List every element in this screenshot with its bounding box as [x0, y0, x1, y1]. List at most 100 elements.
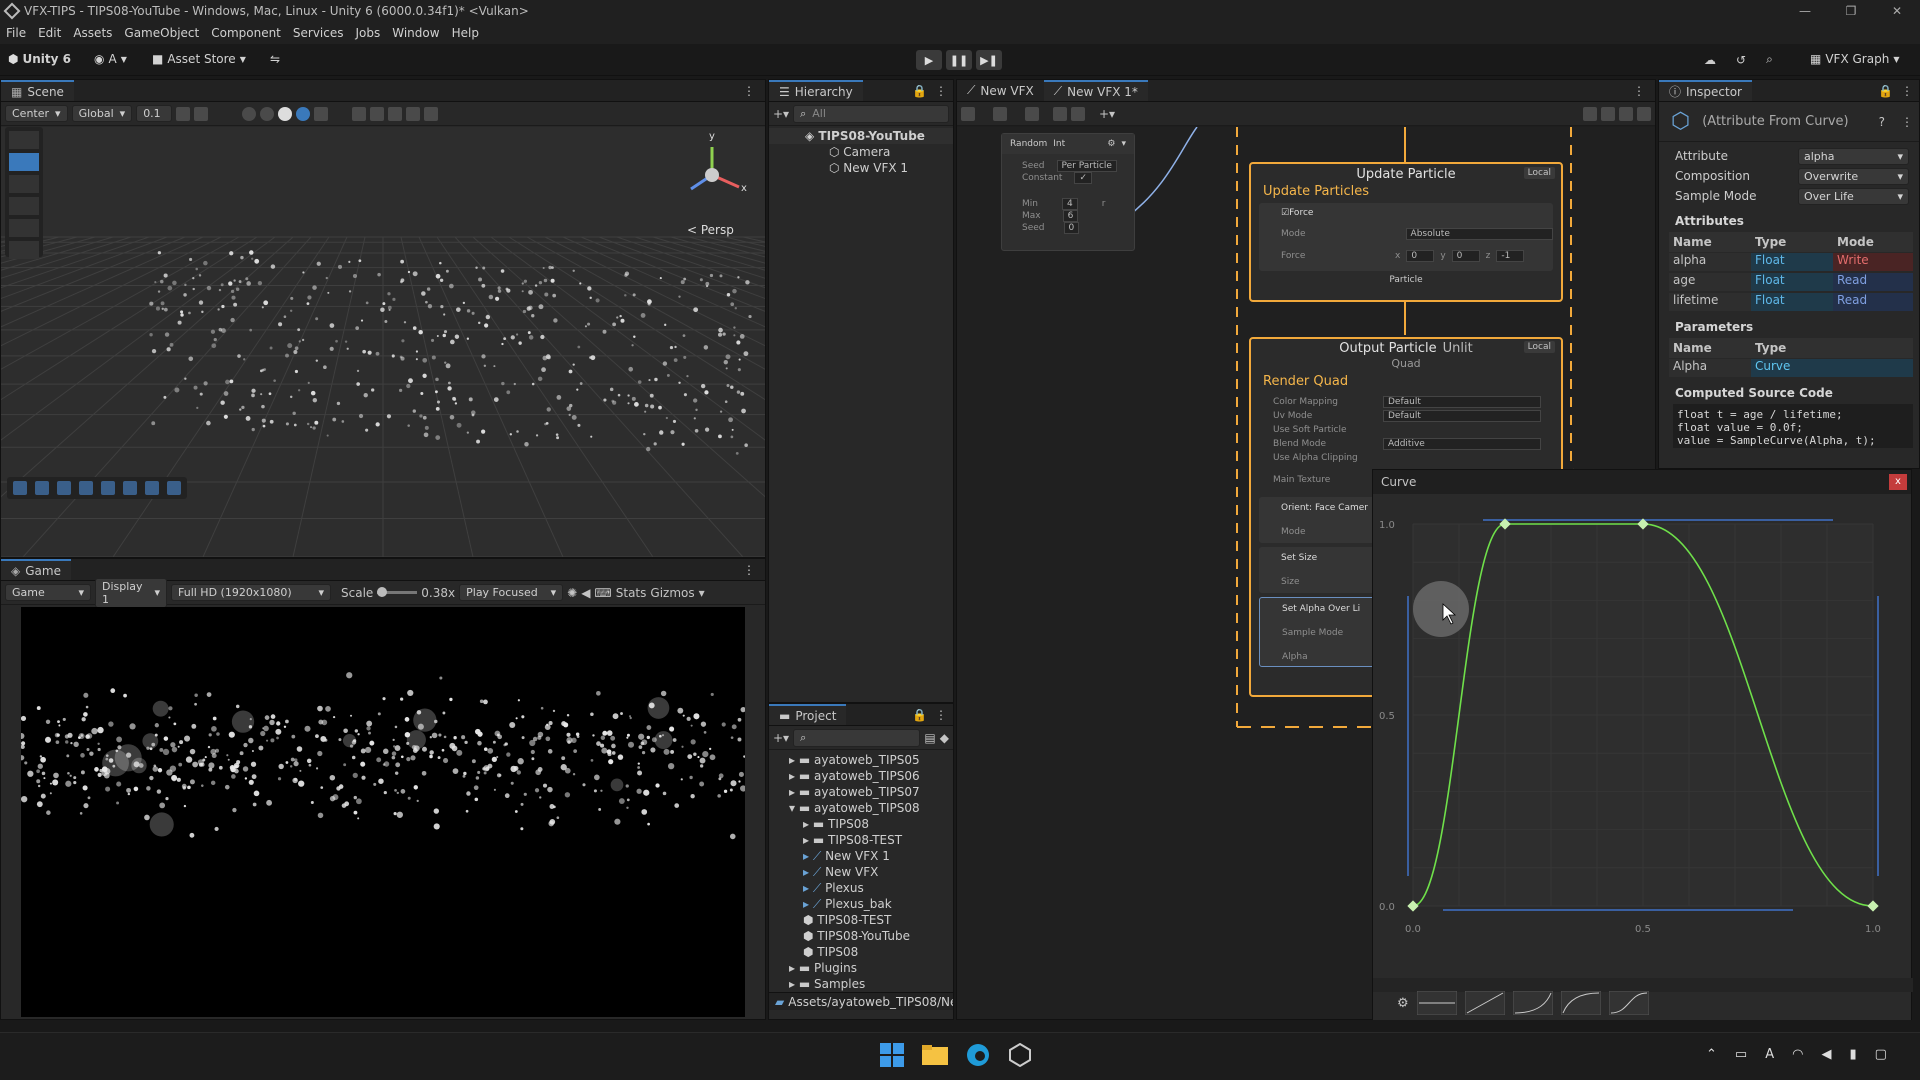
lock-icon[interactable]: 🔒 — [912, 84, 927, 98]
volume-icon[interactable]: ◀ — [1821, 1047, 1831, 1062]
hierarchy-item-vfx[interactable]: ⬡ New VFX 1 — [769, 160, 953, 176]
local-space-badge[interactable]: Local — [1523, 167, 1555, 179]
add-icon[interactable]: +▾ — [773, 107, 789, 121]
menu-window[interactable]: Window — [386, 22, 445, 44]
windows-start-icon[interactable] — [880, 1043, 904, 1067]
inspector-field-dropdown[interactable]: alpha ▾ — [1798, 147, 1909, 165]
max-input[interactable]: 6 — [1062, 210, 1079, 222]
shading-solid-icon[interactable] — [278, 106, 293, 121]
move-overlay-icon[interactable] — [13, 481, 27, 495]
force-mode-dropdown[interactable]: Absolute — [1405, 228, 1553, 240]
project-item[interactable]: ▸ ▬ Samples — [769, 976, 953, 992]
project-search-input[interactable]: ⌕ — [793, 728, 921, 747]
project-item[interactable]: ⬢ TIPS08-TEST — [769, 912, 953, 928]
gear-icon[interactable]: ⚙ — [1397, 996, 1409, 1011]
game-menu-icon[interactable]: ⋮ — [733, 559, 765, 580]
checkbox-icon[interactable]: ☑ — [1281, 208, 1289, 218]
unity-hub-icon[interactable] — [1008, 1043, 1032, 1067]
audio-icon[interactable] — [352, 106, 367, 121]
force-z-input[interactable]: -1 — [1496, 250, 1525, 262]
file-explorer-icon[interactable] — [922, 1043, 948, 1067]
menu-edit[interactable]: Edit — [32, 22, 67, 44]
menu-gameobject[interactable]: GameObject — [118, 22, 205, 44]
project-item[interactable]: ⬢ TIPS08-YouTube — [769, 928, 953, 944]
project-item[interactable]: ▸ ▬ TIPS08 — [769, 816, 953, 832]
tab-new-vfx-1[interactable]: ⟋ New VFX 1* — [1043, 80, 1148, 101]
scale-tool-icon[interactable] — [9, 197, 39, 215]
project-item[interactable]: ▸ ▬ ayatoweb_TIPS05 — [769, 752, 953, 768]
game-viewport[interactable] — [21, 607, 745, 1017]
tray-app-icon[interactable]: ▭ — [1735, 1047, 1747, 1062]
project-item[interactable]: ⬢ TIPS08 — [769, 944, 953, 960]
min-input[interactable]: 4 — [1061, 198, 1078, 210]
output-setting-dropdown[interactable]: Default — [1383, 396, 1541, 408]
pan-overlay-icon[interactable] — [145, 481, 159, 495]
step-button[interactable]: ▶❚ — [976, 50, 1002, 70]
project-item[interactable]: ▸ ▬ ayatoweb_TIPS07 — [769, 784, 953, 800]
bug-icon[interactable]: ✺ — [567, 586, 577, 600]
link-icon[interactable] — [1053, 106, 1067, 121]
grid-snap-icon[interactable] — [176, 106, 191, 121]
control-panel-icon[interactable] — [1601, 106, 1615, 121]
scene-menu-icon[interactable]: ⋮ — [733, 80, 765, 101]
stats-button[interactable]: Stats — [616, 586, 647, 600]
project-menu-icon[interactable]: ⋮ — [935, 708, 947, 722]
notification-icon[interactable]: ▢ — [1875, 1047, 1887, 1062]
move-tool-icon[interactable] — [9, 153, 39, 171]
project-item[interactable]: ▸ ⟋ New VFX — [769, 864, 953, 880]
preset-linear-icon[interactable] — [1464, 991, 1505, 1015]
particle-output-port[interactable]: Particle — [1251, 275, 1561, 285]
display-dropdown[interactable]: Display 1 ▾ — [95, 577, 167, 608]
project-item[interactable]: ▸ ▬ Plugins — [769, 960, 953, 976]
force-y-input[interactable]: 0 — [1451, 250, 1480, 262]
shading-lit-icon[interactable] — [296, 106, 311, 121]
menu-services[interactable]: Services — [287, 22, 350, 44]
shading-shaded-icon[interactable] — [260, 106, 275, 121]
tab-inspector[interactable]: ⓘ Inspector — [1659, 80, 1752, 101]
shading-wire-icon[interactable] — [242, 106, 257, 121]
minimize-button[interactable]: — — [1782, 0, 1828, 22]
preset-ease-out-icon[interactable] — [1560, 991, 1601, 1015]
rect-tool-icon[interactable] — [9, 219, 39, 237]
rotate-tool-icon[interactable] — [9, 175, 39, 193]
tab-game[interactable]: ◈ Game — [1, 559, 71, 580]
hierarchy-menu-icon[interactable]: ⋮ — [935, 84, 947, 98]
camera-overlay-icon[interactable] — [167, 481, 181, 495]
snap-input[interactable]: 0.1 — [136, 105, 173, 122]
gear-icon[interactable]: ⚙ — [1107, 139, 1115, 149]
add-node-icon[interactable]: +▾ — [1099, 107, 1115, 121]
curve-close-button[interactable]: x — [1889, 474, 1907, 490]
grid-overlay-icon[interactable] — [57, 481, 71, 495]
tray-chevron-icon[interactable]: ⌃ — [1706, 1047, 1717, 1062]
play-button[interactable]: ▶ — [916, 50, 942, 70]
menu-help[interactable]: Help — [446, 22, 485, 44]
keyboard-icon[interactable]: ⌨ — [594, 586, 611, 600]
hierarchy-search-input[interactable]: ⌕ All — [793, 104, 949, 123]
menu-assets[interactable]: Assets — [67, 22, 118, 44]
game-view-dropdown[interactable]: Game ▾ — [5, 584, 91, 601]
random-node[interactable]: Random Int ⚙ ▾ Seed Per Particle Constant ✓… — [1001, 133, 1135, 251]
mute-icon[interactable]: ◀ — [581, 586, 590, 600]
filter-icon[interactable]: ▤ — [924, 731, 935, 745]
preset-ease-in-icon[interactable] — [1512, 991, 1553, 1015]
wifi-icon[interactable]: ◠ — [1792, 1047, 1803, 1062]
seed-input[interactable]: 0 — [1063, 222, 1080, 234]
fx-icon[interactable] — [370, 106, 385, 121]
account-dropdown[interactable]: ◉ A ▼ — [94, 52, 127, 66]
save-icon[interactable] — [961, 106, 975, 121]
layout-dropdown[interactable]: ▦ VFX Graph ▼ — [1810, 52, 1899, 66]
compile-icon[interactable] — [993, 106, 1007, 121]
hierarchy-item-scene[interactable]: ◈ TIPS08-YouTube — [769, 128, 953, 144]
camera-icon[interactable] — [406, 106, 421, 121]
project-item[interactable]: ▸ ⟋ Plexus — [769, 880, 953, 896]
lock-graph-icon[interactable] — [1071, 106, 1085, 121]
orientation-gizmo[interactable]: y x — [677, 131, 747, 207]
auto-compile-icon[interactable] — [1025, 106, 1039, 121]
menu-file[interactable]: File — [0, 22, 32, 44]
force-block[interactable]: ☑ Force Mode Absolute Force x 0 y 0 z -1 — [1259, 203, 1553, 271]
help-icon[interactable]: ? — [1879, 115, 1885, 129]
space-dropdown[interactable]: Global ▾ — [71, 105, 133, 122]
project-item[interactable]: ▸ ▬ TIPS08-TEST — [769, 832, 953, 848]
align-overlay-icon[interactable] — [35, 481, 49, 495]
version-control-icon[interactable]: ⇋ — [270, 52, 280, 66]
